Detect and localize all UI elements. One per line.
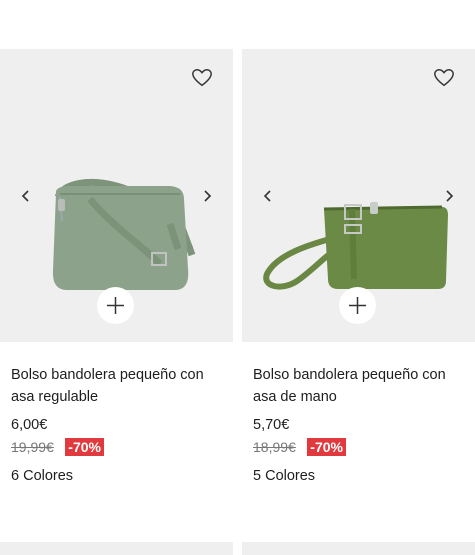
colors-count[interactable]: 5 Colores bbox=[253, 468, 315, 484]
product-image-area[interactable] bbox=[242, 49, 475, 342]
next-product-image-area[interactable] bbox=[0, 542, 233, 555]
discount-badge: -70% bbox=[65, 438, 104, 456]
heart-icon[interactable] bbox=[433, 67, 455, 89]
colors-count[interactable]: 6 Colores bbox=[11, 468, 73, 484]
discount-badge: -70% bbox=[307, 438, 346, 456]
chevron-right-icon[interactable] bbox=[441, 188, 457, 204]
plus-icon bbox=[349, 297, 366, 314]
product-name[interactable]: Bolso bandolera pequeño con asa de mano bbox=[253, 364, 468, 408]
heart-icon[interactable] bbox=[191, 67, 213, 89]
add-to-cart-button[interactable] bbox=[97, 287, 134, 324]
product-image-area[interactable] bbox=[0, 49, 233, 342]
add-to-cart-button[interactable] bbox=[339, 287, 376, 324]
product-price: 6,00€ bbox=[11, 417, 48, 433]
next-product-image-area[interactable] bbox=[242, 542, 475, 555]
chevron-right-icon[interactable] bbox=[199, 188, 215, 204]
price-row: 19,99€ -70% bbox=[11, 438, 104, 456]
original-price: 19,99€ bbox=[11, 439, 54, 455]
plus-icon bbox=[107, 297, 124, 314]
original-price: 18,99€ bbox=[253, 439, 296, 455]
product-price: 5,70€ bbox=[253, 417, 290, 433]
price-row: 18,99€ -70% bbox=[253, 438, 346, 456]
chevron-left-icon[interactable] bbox=[18, 188, 34, 204]
chevron-left-icon[interactable] bbox=[260, 188, 276, 204]
product-name[interactable]: Bolso bandolera pequeño con asa regulabl… bbox=[11, 364, 226, 408]
